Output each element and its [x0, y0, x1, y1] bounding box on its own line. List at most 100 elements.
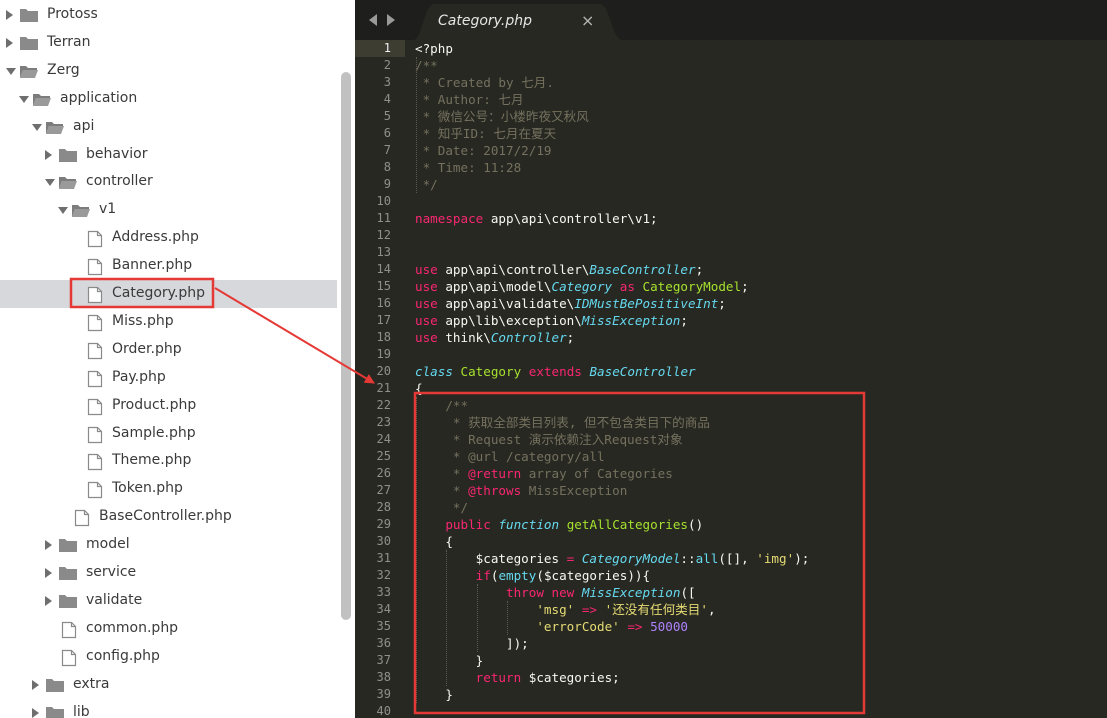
tree-file-product-php[interactable]: Product.php [0, 392, 337, 420]
file-icon [87, 314, 103, 336]
tree-file-miss-php[interactable]: Miss.php [0, 308, 337, 336]
tab-category-php[interactable]: Category.php × [413, 4, 623, 40]
tree-folder-terran[interactable]: Terran [0, 29, 337, 57]
line-number: 21 [376, 381, 391, 395]
tree-item-label: Zerg [47, 61, 80, 78]
tree-folder-lib[interactable]: lib [0, 699, 337, 718]
tree-file-order-php[interactable]: Order.php [0, 336, 337, 364]
tree-file-basecontroller-php[interactable]: BaseController.php [0, 503, 337, 531]
close-icon[interactable]: × [581, 11, 594, 30]
line-number: 36 [376, 636, 391, 650]
line-number: 18 [376, 330, 391, 344]
tree-folder-model[interactable]: model [0, 531, 337, 559]
line-number: 10 [376, 194, 391, 208]
chevron-right-icon[interactable] [32, 679, 39, 690]
code-line: * Date: 2017/2/19 [415, 143, 552, 158]
line-number: 24 [376, 432, 391, 446]
tree-folder-zerg[interactable]: Zerg [0, 57, 337, 85]
tab-nav-left-icon[interactable] [369, 14, 377, 26]
line-number: 2 [383, 58, 391, 72]
tree-folder-service[interactable]: service [0, 559, 337, 587]
tree-item-label: validate [86, 591, 143, 608]
code-line: ]); [415, 636, 529, 651]
line-number: 8 [383, 160, 391, 174]
line-number: 28 [376, 500, 391, 514]
code-line: use app\api\model\Category as CategoryMo… [415, 279, 749, 294]
tree-file-token-php[interactable]: Token.php [0, 475, 337, 503]
line-number: 12 [376, 228, 391, 242]
code-editor: Category.php × 1 2 3 4 5 6 7 8 9 10 11 12 13 14 15 16 17… [355, 0, 1107, 718]
code-line: /** [415, 58, 438, 73]
chevron-down-icon[interactable] [58, 207, 68, 215]
tab-title: Category.php [438, 13, 532, 29]
file-icon [87, 481, 103, 503]
code-line: * Created by 七月. [415, 75, 554, 90]
tree-folder-validate[interactable]: validate [0, 587, 337, 615]
tree-file-theme-php[interactable]: Theme.php [0, 447, 337, 475]
folder-icon [19, 35, 39, 55]
tree-folder-extra[interactable]: extra [0, 671, 337, 699]
line-number: 40 [376, 704, 391, 718]
tree-file-banner-php[interactable]: Banner.php [0, 252, 337, 280]
tree-file-common-php[interactable]: common.php [0, 615, 337, 643]
tree-folder-behavior[interactable]: behavior [0, 141, 337, 169]
chevron-right-icon[interactable] [45, 568, 52, 578]
sidebar-scrollbar[interactable] [341, 72, 351, 620]
chevron-right-icon[interactable] [45, 595, 52, 606]
tree-item-label: Miss.php [112, 312, 174, 329]
folder-icon [19, 7, 39, 27]
tree-folder-api[interactable]: api [0, 113, 337, 141]
tree-file-category-php[interactable]: Category.php [0, 280, 337, 308]
code-line: } [415, 687, 453, 702]
file-tree-sidebar: Protoss Terran Zerg application api behavior c… [0, 0, 355, 718]
line-number: 6 [383, 126, 391, 140]
line-number: 29 [376, 517, 391, 531]
tab-bar: Category.php × [355, 0, 1107, 40]
indent-guide [416, 397, 417, 703]
tree-folder-application[interactable]: application [0, 85, 337, 113]
indent-guide [507, 601, 509, 635]
code-line: { [415, 534, 453, 549]
folder-icon [58, 565, 78, 585]
chevron-down-icon[interactable] [6, 67, 16, 75]
line-number: 31 [376, 551, 391, 565]
tree-file-address-php[interactable]: Address.php [0, 224, 337, 252]
folder-open-icon [71, 202, 91, 222]
tree-file-config-php[interactable]: config.php [0, 643, 337, 671]
line-number: 15 [376, 279, 391, 293]
line-number: 35 [376, 619, 391, 633]
tree-folder-protoss[interactable]: Protoss [0, 1, 337, 29]
tree-item-label: service [86, 564, 137, 580]
code-line: 'errorCode' => 50000 [536, 619, 689, 634]
chevron-right-icon[interactable] [32, 707, 39, 718]
file-icon [87, 398, 103, 420]
line-number: 27 [376, 483, 391, 497]
chevron-right-icon[interactable] [45, 149, 52, 160]
tree-file-sample-php[interactable]: Sample.php [0, 420, 337, 448]
folder-icon [58, 593, 78, 613]
chevron-right-icon[interactable] [6, 37, 13, 48]
tree-item-label: BaseController.php [99, 508, 232, 525]
tree-item-label: behavior [86, 145, 148, 162]
line-number: 39 [376, 687, 391, 701]
folder-icon [45, 705, 65, 718]
chevron-down-icon[interactable] [45, 179, 55, 187]
tree-file-pay-php[interactable]: Pay.php [0, 364, 337, 392]
tree-item-label: lib [73, 703, 90, 718]
code-line: /** [415, 398, 469, 413]
chevron-down-icon[interactable] [19, 95, 29, 103]
folder-icon [45, 677, 65, 697]
tree-item-label: Sample.php [112, 424, 196, 441]
chevron-right-icon[interactable] [6, 10, 13, 20]
indent-guide [416, 57, 417, 193]
folder-open-icon [45, 119, 65, 139]
chevron-right-icon[interactable] [45, 540, 52, 551]
line-number: 20 [376, 364, 391, 378]
tree-folder-controller[interactable]: controller [0, 168, 337, 196]
file-icon [87, 370, 103, 392]
tab-nav-right-icon[interactable] [387, 14, 395, 26]
tree-item-label: controller [86, 173, 153, 190]
chevron-down-icon[interactable] [32, 123, 42, 131]
code-line: * Author: 七月 [415, 92, 524, 107]
tree-folder-v1[interactable]: v1 [0, 196, 337, 224]
